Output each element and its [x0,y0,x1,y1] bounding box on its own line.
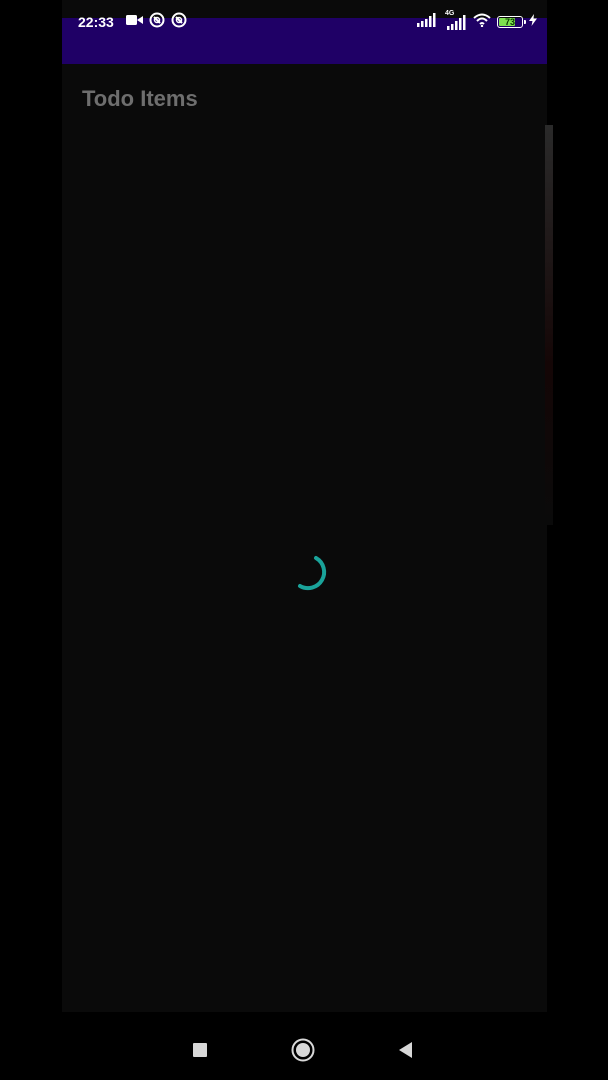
battery-icon: 73 [497,16,526,28]
signal-icon [417,12,437,32]
app-screen [62,0,547,1012]
sync-circle-icon [171,12,187,33]
back-triangle-icon [399,1042,412,1058]
navigation-bar [0,1012,608,1080]
circle-icon [291,1038,315,1062]
loading-spinner [298,556,327,591]
back-button[interactable] [394,1038,418,1062]
status-time: 22:33 [78,14,114,30]
status-bar: 22:33 4G 73 [62,10,547,64]
recents-button[interactable] [188,1038,212,1062]
sync-circle-icon [149,12,165,33]
signal-4g-icon: 4G [443,10,467,30]
spinner-arc [298,556,327,591]
status-system-icons: 4G 73 [417,10,537,32]
scrollbar[interactable] [545,125,553,525]
charging-bolt-icon [529,13,537,31]
square-icon [193,1043,207,1057]
home-button[interactable] [291,1038,315,1062]
battery-nub [524,20,526,24]
status-notification-icons [126,12,187,33]
battery-level: 73 [504,16,515,27]
page-title: Todo Items [82,86,198,111]
wifi-icon [473,13,491,32]
video-camera-icon [126,13,143,31]
